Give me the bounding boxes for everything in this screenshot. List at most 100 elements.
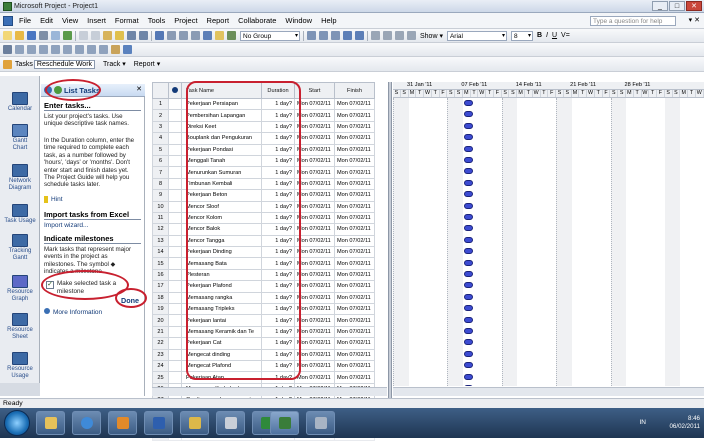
menu-close-icon[interactable]: ▾ ✕	[689, 16, 700, 24]
start-cell[interactable]: Mon 07/02/11	[294, 280, 335, 293]
duration-cell[interactable]: 1 day?	[261, 337, 295, 350]
start-cell[interactable]: Mon 07/02/11	[294, 200, 335, 213]
menu-collaborate[interactable]: Collaborate	[238, 16, 276, 25]
filter-button[interactable]: V=	[561, 32, 570, 39]
row-number[interactable]: 24	[152, 359, 169, 373]
duration-cell[interactable]: 1 day?	[261, 325, 295, 339]
finish-cell[interactable]: Mon 07/02/11	[334, 303, 375, 316]
duration-cell[interactable]: 1 day?	[261, 132, 295, 145]
start-header[interactable]: Start	[294, 82, 335, 99]
task-name-cell[interactable]: Timbunan Kembali	[181, 177, 262, 191]
gantt-bar[interactable]	[464, 362, 473, 369]
task-name-cell[interactable]: Direksi Keet	[181, 120, 262, 134]
gantt-bar[interactable]	[464, 385, 473, 386]
start-cell[interactable]: Mon 07/02/11	[294, 303, 335, 316]
new-icon[interactable]	[3, 31, 12, 40]
indicator-cell[interactable]	[168, 359, 182, 373]
italic-button[interactable]: I	[546, 32, 548, 39]
indent-icon[interactable]	[371, 31, 380, 40]
row-number[interactable]: 23	[152, 348, 169, 362]
start-cell[interactable]: Mon 07/02/11	[294, 109, 335, 122]
task-row[interactable]: 9 Pekerjaan Beton 1 day? Mon 07/02/11 Mon 07…	[152, 189, 375, 202]
start-cell[interactable]: Mon 07/02/11	[294, 359, 335, 373]
menu-file[interactable]: File	[19, 16, 31, 25]
task-row[interactable]: 21 Memasang Keramik dan Te 1 day? Mon 07/02…	[152, 325, 375, 339]
update-tasks-icon[interactable]	[15, 45, 24, 54]
row-number[interactable]: 9	[152, 189, 169, 202]
report-dropdown[interactable]: Report ▾	[134, 60, 160, 68]
indicator-cell[interactable]	[168, 246, 182, 259]
menu-format[interactable]: Format	[115, 16, 139, 25]
finish-cell[interactable]: Mon 07/02/11	[334, 371, 375, 384]
finish-cell[interactable]: Mon 07/02/11	[334, 314, 375, 327]
row-number[interactable]: 12	[152, 223, 169, 236]
task-row[interactable]: 18 Memasang rangka 1 day? Mon 07/02/11 Mon 0…	[152, 291, 375, 305]
view-calendar[interactable]: Calendar	[0, 92, 40, 113]
maximize-button[interactable]: □	[669, 1, 685, 11]
gantt-bar[interactable]	[464, 305, 473, 312]
finish-cell[interactable]: Mon 07/02/11	[334, 280, 375, 293]
row-number[interactable]: 18	[152, 291, 169, 305]
hyperlink-icon[interactable]	[155, 31, 164, 40]
task-name-header[interactable]: Task Name	[181, 82, 262, 99]
task-row[interactable]: 13 Mencor Tangga 1 day? Mon 07/02/11 Mon 07/…	[152, 234, 375, 248]
task-name-cell[interactable]: Plesteran	[181, 268, 262, 282]
start-cell[interactable]: Mon 07/02/11	[294, 246, 335, 259]
indicator-cell[interactable]	[168, 280, 182, 293]
row-number[interactable]: 2	[152, 109, 169, 122]
guide-toggle-icon[interactable]	[3, 59, 12, 69]
percent-0-icon[interactable]	[27, 45, 36, 54]
duration-cell[interactable]: 1 day?	[261, 246, 295, 259]
duration-cell[interactable]: 1 day?	[261, 359, 295, 373]
gantt-bar[interactable]	[464, 111, 473, 118]
indicator-cell[interactable]	[168, 303, 182, 316]
track-dropdown[interactable]: Track ▾	[103, 60, 126, 68]
finish-cell[interactable]: Mon 07/02/11	[334, 348, 375, 362]
duration-cell[interactable]: 1 day?	[261, 223, 295, 236]
start-cell[interactable]: Mon 07/02/11	[294, 166, 335, 179]
print-preview-icon[interactable]	[51, 31, 60, 40]
row-number[interactable]: 25	[152, 371, 169, 384]
duration-cell[interactable]: 1 day?	[261, 257, 295, 270]
hide-subtasks-icon[interactable]	[407, 31, 416, 40]
task-row[interactable]: 5 Pekerjaan Pondasi 1 day? Mon 07/02/11 Mon …	[152, 143, 375, 156]
assign-resources-icon[interactable]	[227, 31, 236, 40]
finish-cell[interactable]: Mon 07/02/11	[334, 337, 375, 350]
duration-header[interactable]: Duration	[261, 82, 295, 99]
row-number[interactable]: 11	[152, 211, 169, 225]
taskbar-project[interactable]	[270, 411, 299, 435]
zoom-in-icon[interactable]	[307, 31, 316, 40]
gantt-bar[interactable]	[464, 236, 473, 243]
start-cell[interactable]: Mon 07/02/11	[294, 211, 335, 225]
task-name-cell[interactable]: Memasang Bata	[181, 257, 262, 270]
hint-link[interactable]: Hint	[44, 196, 63, 203]
start-cell[interactable]: Mon 07/02/11	[294, 291, 335, 305]
indicator-cell[interactable]	[168, 200, 182, 213]
taskbar-explorer[interactable]	[36, 411, 65, 435]
view-splitter[interactable]	[388, 82, 392, 402]
document-icon[interactable]	[3, 15, 13, 26]
duration-cell[interactable]: 1 day?	[261, 109, 295, 122]
gantt-bar[interactable]	[464, 373, 473, 380]
paste-icon[interactable]	[103, 31, 112, 40]
duration-cell[interactable]: 1 day?	[261, 348, 295, 362]
language-indicator[interactable]: IN	[640, 419, 647, 427]
task-name-cell[interactable]: Pekerjaan Dinding	[181, 246, 262, 259]
outdent-icon[interactable]	[383, 31, 392, 40]
start-cell[interactable]: Mon 07/02/11	[294, 223, 335, 236]
save-icon[interactable]	[27, 31, 36, 40]
row-number[interactable]: 21	[152, 325, 169, 339]
duration-cell[interactable]: 1 day?	[261, 143, 295, 156]
indicator-cell[interactable]	[168, 223, 182, 236]
indicator-cell[interactable]	[168, 109, 182, 122]
row-number[interactable]: 8	[152, 177, 169, 191]
gantt-bar[interactable]	[464, 145, 473, 152]
task-row[interactable]: 22 Pekerjaan Cat 1 day? Mon 07/02/11 Mon 07/…	[152, 337, 375, 350]
menu-project[interactable]: Project	[174, 16, 197, 25]
show-subtasks-icon[interactable]	[395, 31, 404, 40]
start-cell[interactable]: Mon 07/02/11	[294, 154, 335, 168]
copy-picture-icon[interactable]	[343, 31, 352, 40]
finish-cell[interactable]: Mon 07/02/11	[334, 359, 375, 373]
start-cell[interactable]: Mon 07/02/11	[294, 314, 335, 327]
task-row[interactable]: 3 Direksi Keet 1 day? Mon 07/02/11 Mon 07/02…	[152, 120, 375, 134]
